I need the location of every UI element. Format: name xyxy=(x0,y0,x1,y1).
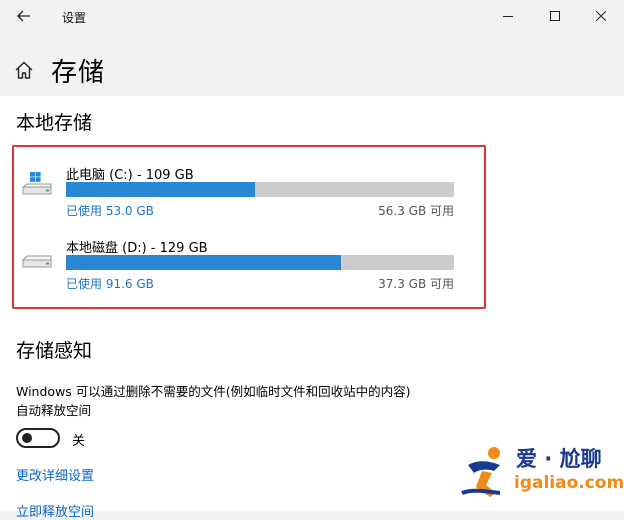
drive-d-row[interactable]: 本地磁盘 (D:) - 129 GB 已使用 91.6 GB 37.3 GB 可… xyxy=(14,237,484,297)
drive-c-free: 56.3 GB 可用 xyxy=(378,204,454,218)
drive-c-usage-bar xyxy=(66,182,454,197)
back-arrow-icon xyxy=(17,10,30,22)
title-bar: 设置 xyxy=(0,0,624,32)
drive-c-used: 已使用 53.0 GB xyxy=(66,204,154,218)
watermark-brand: 爱 · 尬聊 xyxy=(516,447,602,471)
storage-sense-description-2: 自动释放空间 xyxy=(16,403,92,418)
minimize-button[interactable] xyxy=(485,0,531,32)
app-title: 设置 xyxy=(62,11,87,25)
drive-c-name: 此电脑 (C:) - 109 GB xyxy=(66,168,194,183)
drive-icon xyxy=(22,255,52,268)
drive-d-usage-bar xyxy=(66,255,454,270)
drive-d-usage-fill xyxy=(66,255,342,270)
close-button[interactable] xyxy=(578,0,624,32)
watermark-logo: 爱 · 尬聊 igaliao.com xyxy=(460,443,624,499)
minimize-icon xyxy=(503,16,513,17)
local-storage-heading: 本地存储 xyxy=(16,112,93,134)
close-icon xyxy=(596,11,606,21)
maximize-icon xyxy=(550,11,560,21)
toggle-state-label: 关 xyxy=(72,434,86,449)
storage-sense-description-1: Windows 可以通过删除不需要的文件(例如临时文件和回收站中的内容) xyxy=(16,384,411,399)
page-header: 存储 xyxy=(0,32,624,96)
watermark-domain: igaliao.com xyxy=(514,473,624,493)
home-icon[interactable] xyxy=(14,61,34,79)
back-button[interactable] xyxy=(8,2,40,30)
storage-sense-toggle[interactable] xyxy=(16,428,60,448)
storage-sense-heading: 存储感知 xyxy=(16,340,93,362)
toggle-knob xyxy=(22,433,32,443)
drive-list-highlight: 此电脑 (C:) - 109 GB 已使用 53.0 GB 56.3 GB 可用… xyxy=(12,145,486,309)
drive-d-used: 已使用 91.6 GB xyxy=(66,277,154,291)
drive-c-usage-fill xyxy=(66,182,255,197)
runner-logo-icon xyxy=(461,447,501,497)
drive-d-free: 37.3 GB 可用 xyxy=(378,277,454,291)
windows-drive-icon xyxy=(22,172,52,195)
change-settings-link[interactable]: 更改详细设置 xyxy=(16,465,94,484)
drive-c-row[interactable]: 此电脑 (C:) - 109 GB 已使用 53.0 GB 56.3 GB 可用 xyxy=(14,164,484,224)
drive-d-name: 本地磁盘 (D:) - 129 GB xyxy=(66,241,208,256)
page-title: 存储 xyxy=(51,58,106,88)
maximize-button[interactable] xyxy=(532,0,578,32)
